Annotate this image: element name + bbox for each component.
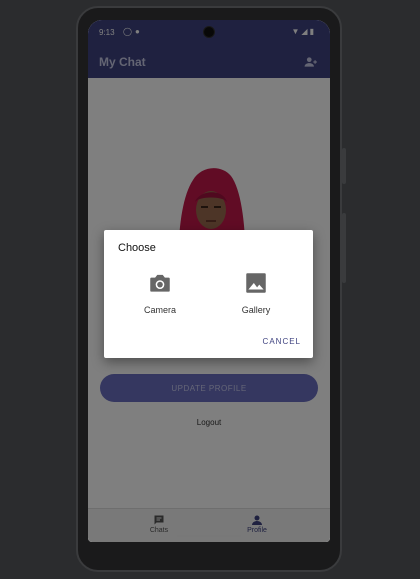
cancel-button[interactable]: CANCEL xyxy=(263,337,301,346)
camera-icon xyxy=(150,274,170,292)
phone-screen: 9:13 ◯● ▼◢▮ My Chat UPDATE PROFILE Logou… xyxy=(88,20,330,542)
power-button xyxy=(342,148,346,184)
gallery-label: Gallery xyxy=(241,305,271,315)
volume-button xyxy=(342,213,346,283)
dialog-title: Choose xyxy=(118,242,156,254)
camera-option[interactable]: Camera xyxy=(125,270,195,315)
gallery-option[interactable]: Gallery xyxy=(221,270,291,315)
choose-dialog: Choose Camera Gallery CANCEL xyxy=(104,230,313,358)
camera-label: Camera xyxy=(143,305,176,315)
image-icon xyxy=(246,273,266,293)
